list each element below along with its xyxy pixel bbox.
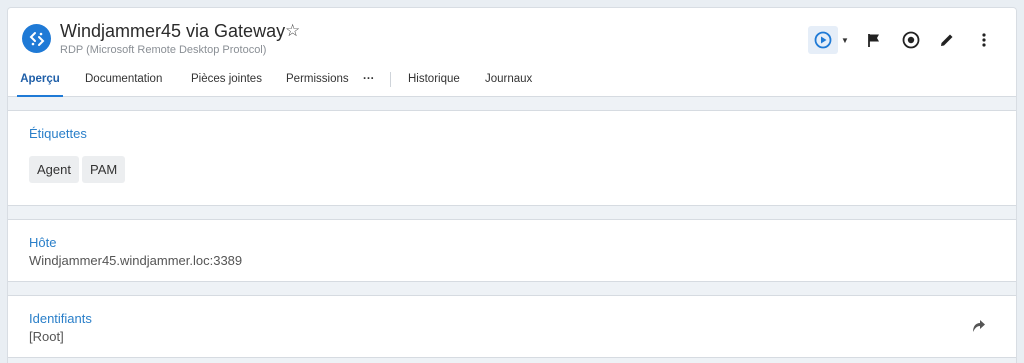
share-arrow-icon[interactable] (970, 318, 988, 336)
pencil-icon (941, 34, 953, 46)
rdp-logo-icon (22, 24, 51, 53)
play-icon (814, 31, 832, 49)
favorite-star-icon[interactable]: ☆ (285, 21, 300, 41)
open-session-button[interactable] (808, 26, 838, 54)
tag-pam[interactable]: PAM (82, 156, 126, 183)
entry-panel: Windjammer45 via Gateway ☆ RDP (Microsof… (7, 7, 1017, 363)
page-title: Windjammer45 via Gateway (60, 21, 286, 41)
flag-icon (868, 34, 879, 47)
tab-bar: Aperçu Documentation Pièces jointes Perm… (8, 70, 1016, 97)
credentials-value: [Root] (29, 329, 64, 344)
tab-more[interactable]: ··· (363, 70, 375, 97)
tags-section: Étiquettes Agent PAM (8, 110, 1016, 206)
tags-section-title: Étiquettes (29, 126, 87, 141)
tab-divider (390, 72, 391, 87)
more-vert-icon (982, 33, 986, 47)
host-section-title: Hôte (29, 235, 57, 250)
tab-apercu[interactable]: Aperçu (17, 70, 63, 97)
flag-button[interactable] (864, 26, 884, 54)
credentials-section: Identifiants [Root] (8, 295, 1016, 358)
checkout-button[interactable] (901, 26, 921, 54)
page-subtitle: RDP (Microsoft Remote Desktop Protocol) (60, 44, 267, 56)
tab-journaux[interactable]: Journaux (485, 70, 532, 97)
more-options-button[interactable] (974, 26, 994, 54)
credentials-section-title: Identifiants (29, 311, 92, 326)
tab-historique[interactable]: Historique (408, 70, 460, 97)
download-circle-icon (902, 31, 920, 49)
edit-button[interactable] (937, 26, 957, 54)
host-value: Windjammer45.windjammer.loc:3389 (29, 253, 243, 268)
tab-permissions[interactable]: Permissions (286, 70, 349, 97)
tag-agent[interactable]: Agent (29, 156, 79, 183)
tab-pieces-jointes[interactable]: Pièces jointes (191, 70, 262, 97)
entry-header: Windjammer45 via Gateway ☆ RDP (Microsof… (8, 8, 1016, 97)
tab-documentation[interactable]: Documentation (85, 70, 162, 97)
caret-down-icon[interactable]: ▼ (840, 26, 850, 54)
host-section: Hôte Windjammer45.windjammer.loc:3389 (8, 219, 1016, 282)
